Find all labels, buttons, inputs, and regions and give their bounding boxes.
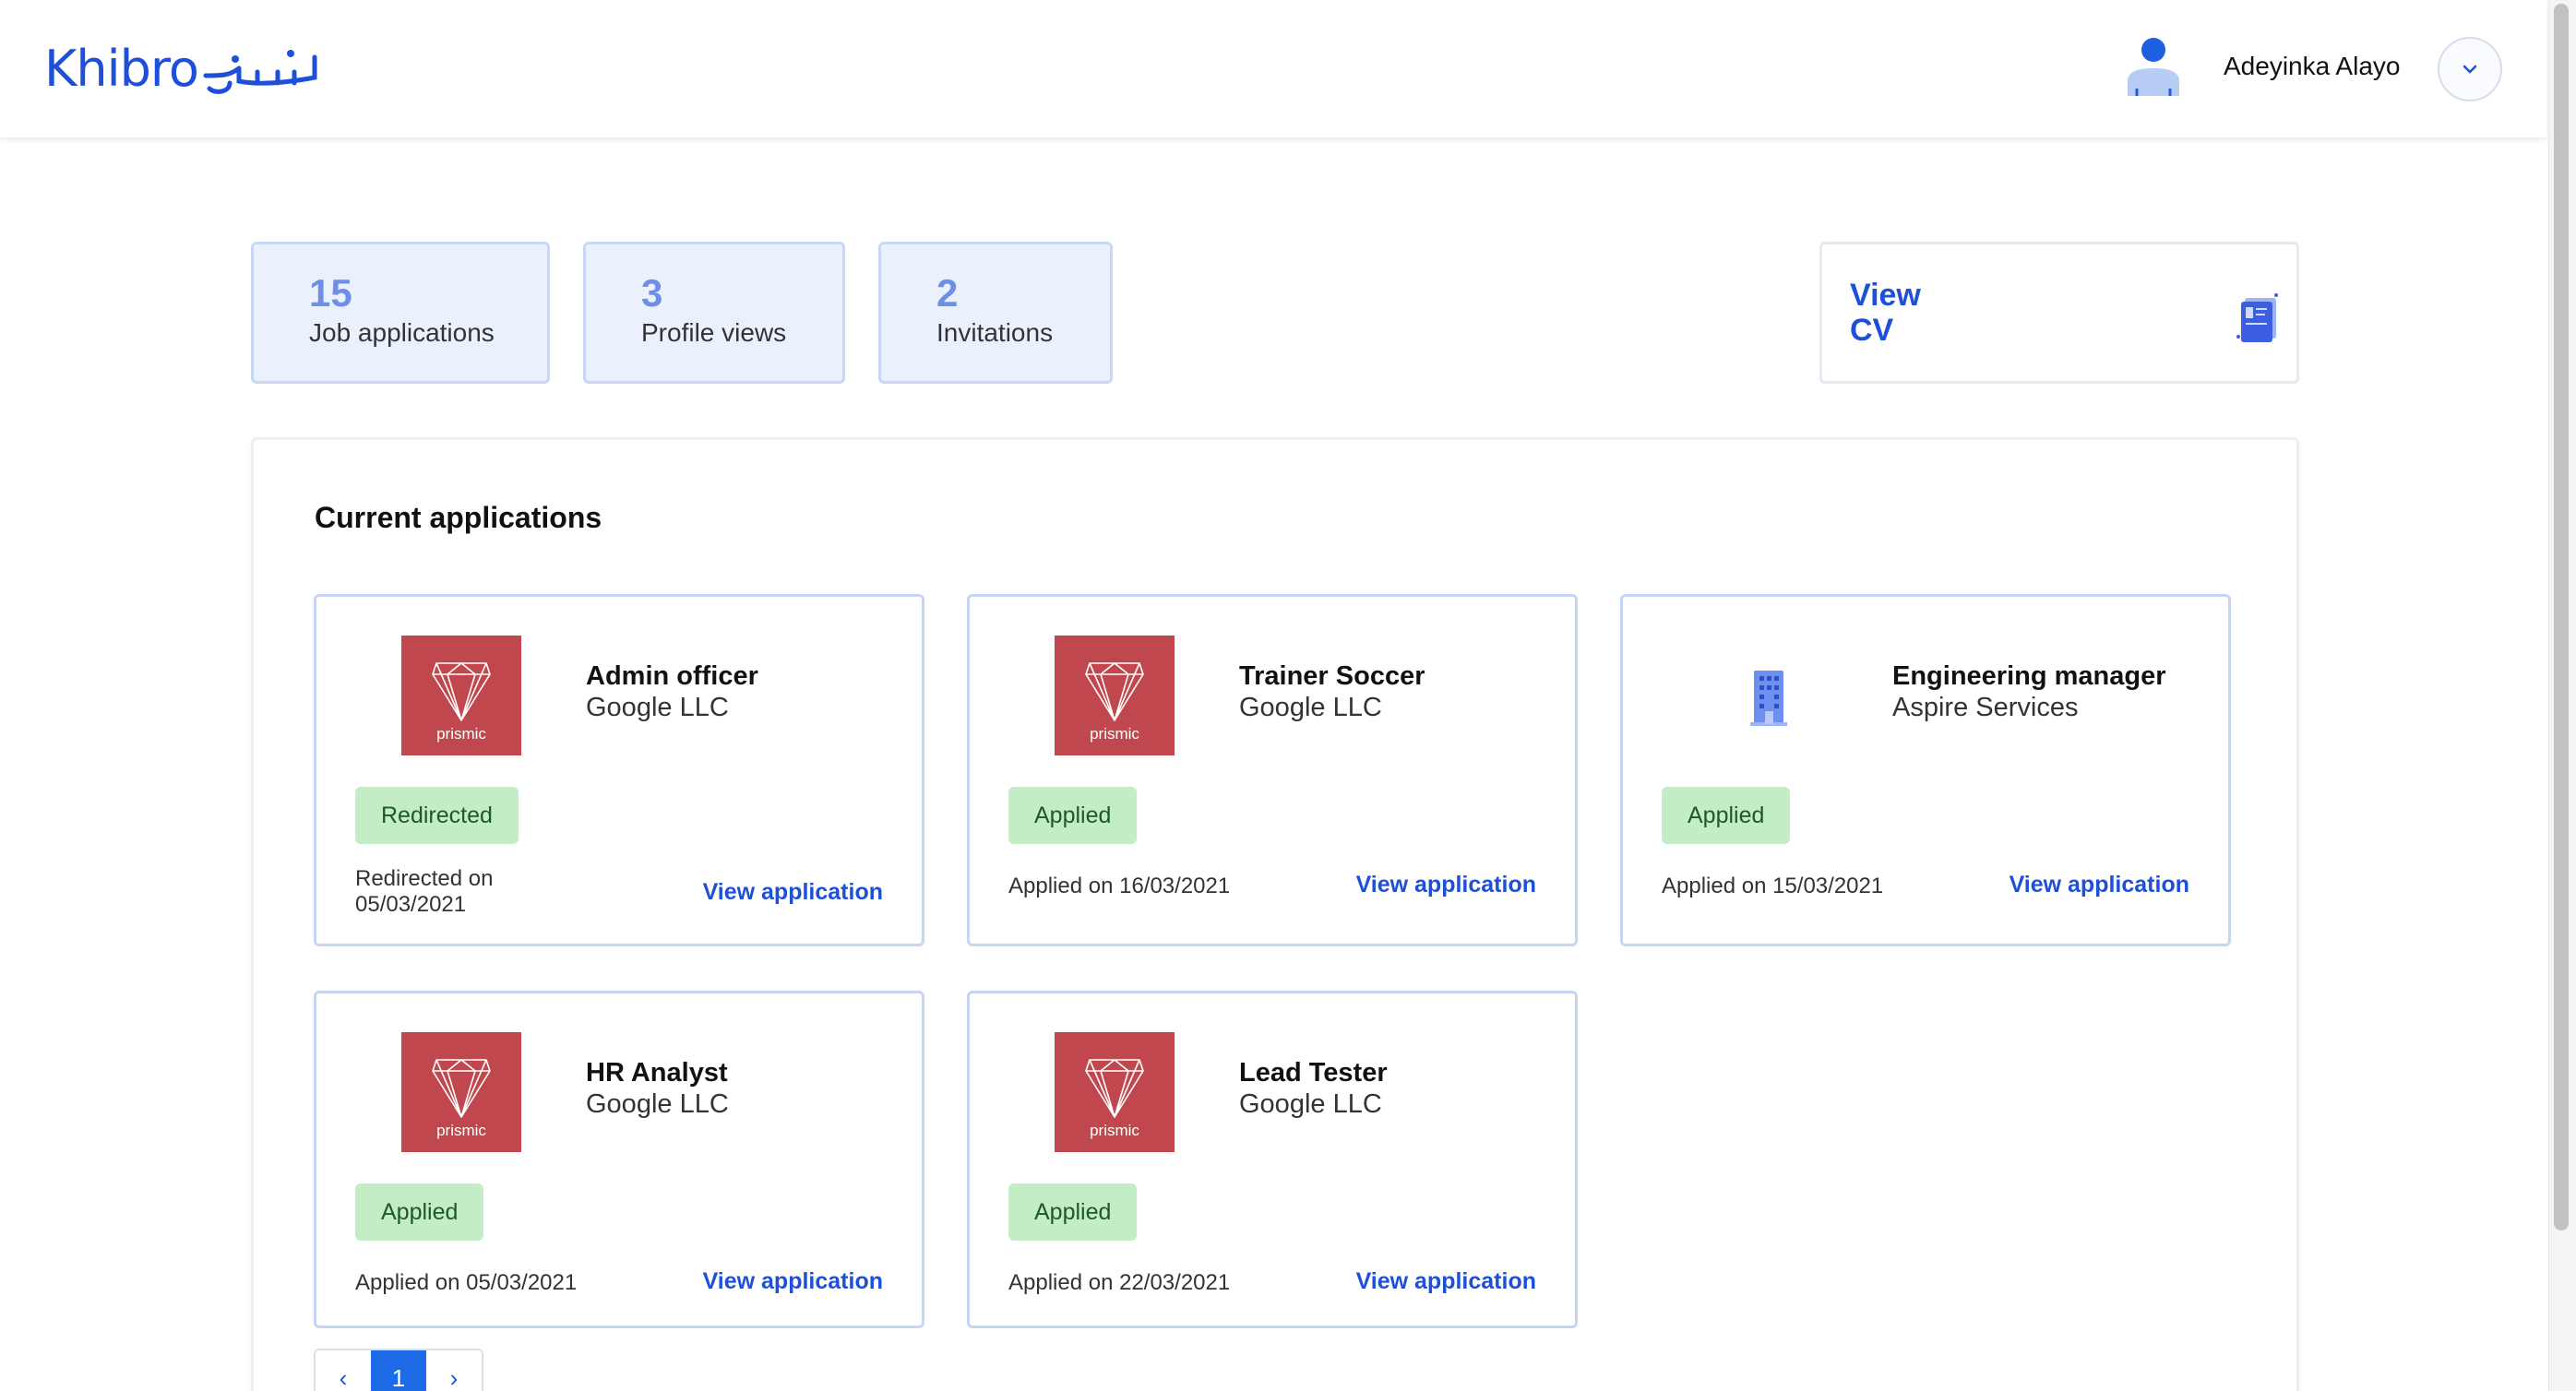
status-badge: Applied <box>1662 787 1791 844</box>
view-cv-line2: CV <box>1850 313 1894 348</box>
khibro-logo[interactable]: Khibro <box>44 33 322 103</box>
company-name: Google LLC <box>1239 1089 1382 1119</box>
status-badge: Applied <box>1008 1183 1138 1241</box>
application-card: prismic HR Analyst Google LLC Applied Ap… <box>314 991 924 1328</box>
company-name: Google LLC <box>586 693 729 722</box>
top-header: Khibro Adeyinka Alayo <box>0 0 2546 138</box>
scrollbar-thumb[interactable] <box>2554 4 2569 1230</box>
stat-label: Profile views <box>641 318 787 347</box>
user-menu-button[interactable] <box>2438 37 2502 101</box>
page-1-button[interactable]: 1 <box>371 1350 426 1391</box>
application-card: prismic Trainer Soccer Google LLC Applie… <box>967 594 1578 946</box>
view-cv-button[interactable]: View CV <box>1819 242 2299 384</box>
view-cv-line1: View <box>1850 278 1921 313</box>
chevron-down-icon <box>2463 65 2477 74</box>
job-title: HR Analyst <box>586 1058 728 1088</box>
view-application-link[interactable]: View application <box>1356 1268 1536 1295</box>
job-title: Admin officer <box>586 661 758 691</box>
status-badge: Redirected <box>355 787 519 844</box>
prismic-logo: prismic <box>401 636 521 755</box>
view-application-link[interactable]: View application <box>703 1268 883 1295</box>
company-name: Google LLC <box>1239 693 1382 722</box>
status-badge: Applied <box>355 1183 484 1241</box>
stat-value: 2 <box>936 271 959 315</box>
view-application-link[interactable]: View application <box>1356 872 1536 898</box>
job-title: Trainer Soccer <box>1239 661 1425 691</box>
panel-title: Current applications <box>315 501 602 534</box>
stat-job-applications[interactable]: 15 Job applications <box>251 242 550 384</box>
application-date: Redirected on 05/03/2021 <box>355 866 493 918</box>
logo-text: prismic <box>436 1122 486 1139</box>
view-application-link[interactable]: View application <box>703 879 883 906</box>
stat-value: 3 <box>641 271 663 315</box>
application-card: prismic Admin officer Google LLC Redirec… <box>314 594 924 946</box>
cv-document-icon <box>2236 293 2278 342</box>
job-title: Engineering manager <box>1892 661 2166 691</box>
company-name: Aspire Services <box>1892 693 2079 722</box>
application-date: Applied on 22/03/2021 <box>1008 1270 1231 1295</box>
stat-label: Invitations <box>936 318 1054 347</box>
logo-text: Khibro <box>44 39 199 98</box>
user-name[interactable]: Adeyinka Alayo <box>2224 52 2400 81</box>
date-line1: Redirected on <box>355 866 494 891</box>
prismic-logo: prismic <box>1055 636 1175 755</box>
prismic-logo: prismic <box>401 1032 521 1152</box>
company-name: Google LLC <box>586 1089 729 1119</box>
application-date: Applied on 15/03/2021 <box>1662 874 1884 898</box>
building-icon <box>1750 671 1787 726</box>
pagination: ‹ 1 › <box>314 1349 483 1391</box>
job-title: Lead Tester <box>1239 1058 1388 1088</box>
stat-value: 15 <box>309 271 352 315</box>
view-cv-label: View CV <box>1850 278 1961 348</box>
prev-page-button[interactable]: ‹ <box>316 1350 371 1391</box>
application-card: Engineering manager Aspire Services Appl… <box>1620 594 2231 946</box>
logo-text: prismic <box>1090 725 1139 743</box>
application-date: Applied on 05/03/2021 <box>355 1270 578 1295</box>
status-badge: Applied <box>1008 787 1138 844</box>
stat-profile-views[interactable]: 3 Profile views <box>583 242 845 384</box>
application-card: prismic Lead Tester Google LLC Applied A… <box>967 991 1578 1328</box>
view-application-link[interactable]: View application <box>2010 872 2189 898</box>
user-avatar-icon[interactable] <box>2124 37 2183 98</box>
date-line2: 05/03/2021 <box>355 892 467 917</box>
next-page-button[interactable]: › <box>426 1350 482 1391</box>
application-date: Applied on 16/03/2021 <box>1008 874 1231 898</box>
stat-invitations[interactable]: 2 Invitations <box>878 242 1113 384</box>
prismic-logo: prismic <box>1055 1032 1175 1152</box>
logo-text: prismic <box>1090 1122 1139 1139</box>
arabic-logo-mark-icon <box>203 50 317 94</box>
logo-text: prismic <box>436 725 486 743</box>
stat-label: Job applications <box>309 318 495 347</box>
